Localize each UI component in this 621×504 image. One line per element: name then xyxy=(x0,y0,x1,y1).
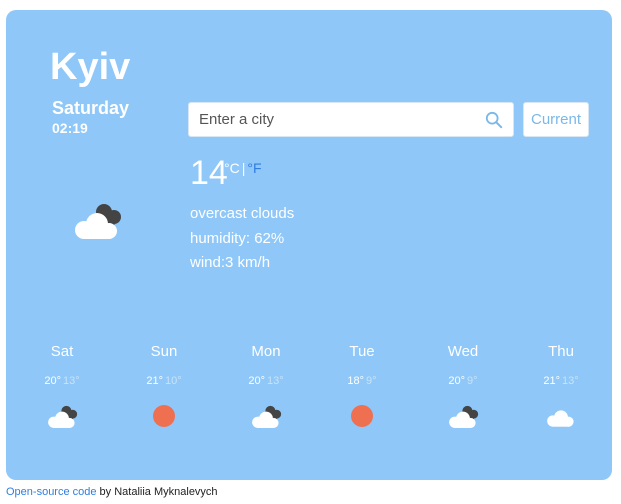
forecast-temps: 20° 9° xyxy=(408,375,518,389)
footer: Open-source code by Nataliia Myknalevych xyxy=(6,486,218,498)
forecast-day: Wed 20° 9° xyxy=(408,343,518,429)
forecast-day-name: Thu xyxy=(548,343,574,360)
unit-separator: | xyxy=(241,160,246,176)
celsius-unit[interactable]: °C xyxy=(224,160,240,176)
forecast-min-temp: 10° xyxy=(165,375,182,387)
forecast-temps: 20° 13° xyxy=(7,375,117,389)
forecast-max-temp: 20° xyxy=(448,375,466,387)
author-credit: by Nataliia Myknalevych xyxy=(96,486,218,498)
forecast-day-name: Sat xyxy=(50,343,74,360)
city-name: Kyiv xyxy=(50,46,131,88)
forecast-temps: 21° 10° xyxy=(109,375,219,389)
forecast-day: Sat 20° 13° xyxy=(7,343,117,429)
weather-details: overcast clouds humidity: 62% wind:3 km/… xyxy=(190,202,294,276)
forecast-min-temp: 13° xyxy=(562,375,579,387)
overcast-clouds-icon xyxy=(48,405,78,428)
source-code-link[interactable]: Open-source code xyxy=(6,486,97,498)
current-day: Saturday xyxy=(52,98,130,118)
forecast-max-temp: 20° xyxy=(44,375,61,387)
forecast-max-temp: 20° xyxy=(248,375,265,387)
forecast-min-temp: 9° xyxy=(366,375,377,387)
forecast-day: Mon 20° 13° xyxy=(211,343,321,429)
search-icon[interactable] xyxy=(485,111,503,129)
cloud-icon xyxy=(547,410,574,427)
forecast-day-name: Tue xyxy=(349,343,375,360)
city-search-input[interactable] xyxy=(189,103,469,136)
clear-sun-icon xyxy=(351,405,373,427)
forecast-min-temp: 13° xyxy=(267,375,284,387)
current-time: 02:19 xyxy=(52,120,88,136)
wind-value: wind:3 km/h xyxy=(190,254,271,271)
clear-sun-icon xyxy=(153,405,175,427)
forecast-max-temp: 21° xyxy=(146,375,163,387)
forecast-day-name: Mon xyxy=(251,343,281,360)
search-form xyxy=(188,102,514,137)
forecast-temps: 20° 13° xyxy=(211,375,321,389)
forecast-day: Tue 18° 9° xyxy=(307,343,417,429)
forecast-day-name: Sun xyxy=(150,343,178,360)
overcast-clouds-icon xyxy=(252,405,282,428)
current-temperature: 14 xyxy=(190,154,228,192)
forecast-max-temp: 18° xyxy=(347,375,365,387)
overcast-clouds-icon xyxy=(75,204,121,239)
forecast-day: Sun 21° 10° xyxy=(109,343,219,429)
forecast-temps: 21° 13° xyxy=(506,375,616,389)
overcast-clouds-icon xyxy=(449,405,479,428)
forecast-temps: 18° 9° xyxy=(307,375,417,389)
forecast-min-temp: 9° xyxy=(467,375,478,387)
weather-card: Kyiv Saturday 02:19 Current 14 °C|°F ove… xyxy=(6,10,612,480)
forecast-max-temp: 21° xyxy=(543,375,560,387)
forecast-day: Thu 21° 13° xyxy=(506,343,616,429)
current-location-button[interactable]: Current xyxy=(523,102,589,137)
forecast-day-name: Wed xyxy=(447,343,479,360)
forecast-min-temp: 13° xyxy=(63,375,80,387)
fahrenheit-link[interactable]: °F xyxy=(247,160,261,176)
unit-switch: °C | °F xyxy=(224,160,262,176)
weather-description: overcast clouds xyxy=(190,205,295,222)
humidity-value: humidity: 62% xyxy=(190,229,285,247)
